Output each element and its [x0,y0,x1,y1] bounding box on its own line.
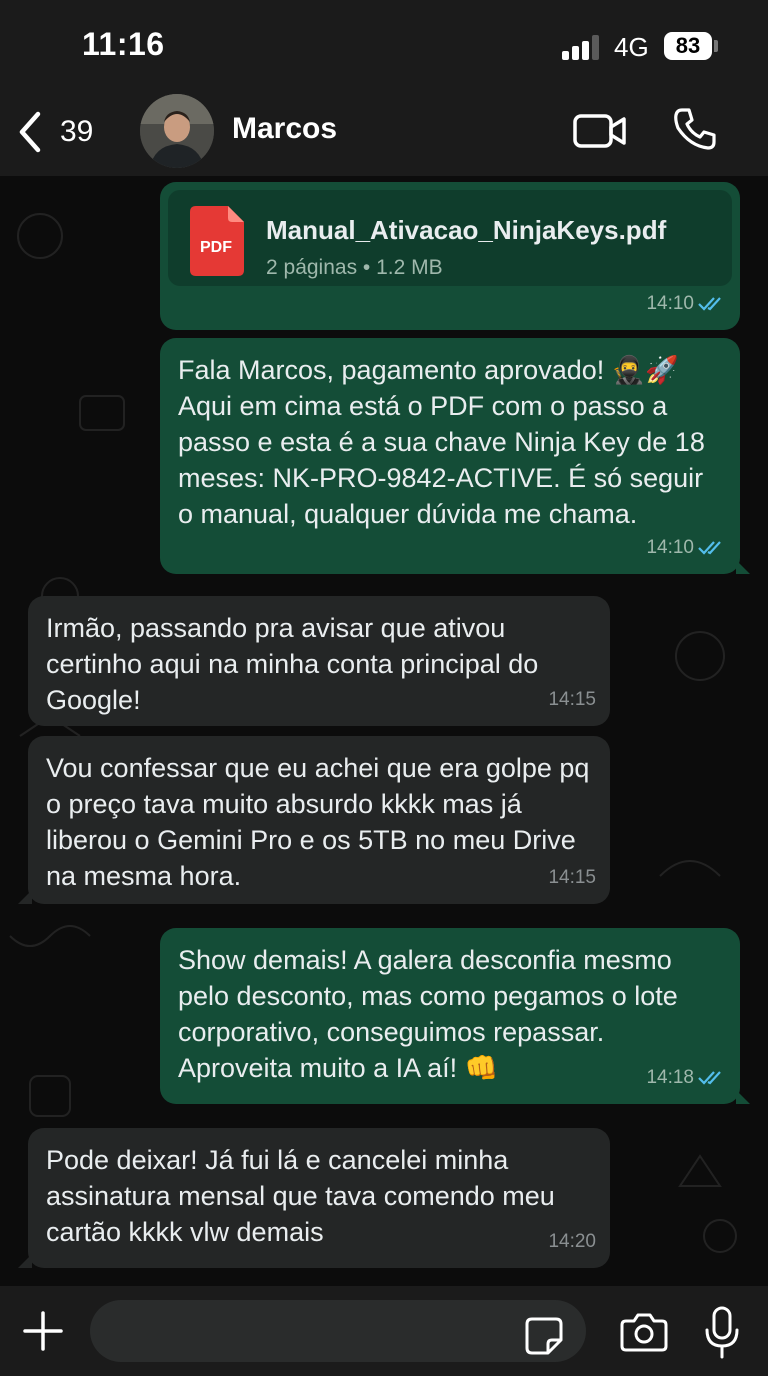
pdf-label: PDF [200,239,232,256]
sticker-icon[interactable] [524,1316,564,1356]
message-text: Vou confessar que eu achei que era golpe… [46,753,590,891]
plus-icon[interactable] [22,1310,64,1352]
battery-tip [714,40,718,52]
avatar[interactable] [140,94,214,168]
message-time: 14:18 [646,1067,694,1088]
message-meta: 14:15 [548,860,596,896]
status-time: 11:16 [82,26,165,62]
message-meta: 14:10 [646,530,726,566]
message-bubble[interactable]: Fala Marcos, pagamento aprovado! 🥷🚀 Aqui… [160,338,750,574]
chat-area[interactable]: PDF Manual_Ativacao_NinjaKeys.pdf 2 pági… [0,176,768,1286]
message-meta: 14:10 [646,286,726,322]
input-bar [0,1286,768,1376]
message-bubble[interactable]: Irmão, passando pra avisar que ativou ce… [28,596,610,726]
double-check-icon [698,297,721,311]
message-time: 14:10 [646,537,694,558]
message-text: Fala Marcos, pagamento aprovado! 🥷🚀 Aqui… [178,355,705,529]
video-call-icon[interactable] [572,110,628,152]
back-button[interactable]: 39 [16,108,93,156]
signal-icon [562,34,602,60]
message-text: Pode deixar! Já fui lá e cancelei minha … [46,1145,555,1247]
contact-name[interactable]: Marcos [232,112,337,146]
message-bubble[interactable]: Show demais! A galera desconfia mesmo pe… [160,928,750,1104]
message-time: 14:15 [548,689,596,710]
double-check-icon [698,1071,721,1085]
camera-icon[interactable] [620,1312,668,1352]
chat-header: 39 Marcos [0,92,768,176]
message-time: 14:15 [548,867,596,888]
message-text: Show demais! A galera desconfia mesmo pe… [178,945,678,1083]
message-text: Irmão, passando pra avisar que ativou ce… [46,613,539,715]
unread-count: 39 [60,115,94,148]
message-meta: 14:15 [548,682,596,718]
message-file[interactable]: PDF Manual_Ativacao_NinjaKeys.pdf 2 pági… [160,182,740,330]
message-input[interactable] [90,1300,586,1362]
message-time: 14:20 [548,1231,596,1252]
battery-icon: 83 [664,32,712,60]
network-type: 4G [614,32,649,62]
double-check-icon [698,541,721,555]
microphone-icon[interactable] [702,1306,742,1360]
message-time: 14:10 [646,293,694,314]
message-meta: 14:20 [548,1224,596,1260]
file-name: Manual_Ativacao_NinjaKeys.pdf [266,215,667,245]
phone-icon[interactable] [672,106,718,152]
pdf-icon: PDF [190,206,244,276]
file-attachment[interactable]: PDF Manual_Ativacao_NinjaKeys.pdf 2 pági… [168,190,732,286]
status-bar: 11:16 4G 83 [0,0,768,92]
message-meta: 14:18 [646,1060,726,1096]
chevron-left-icon [19,111,41,153]
message-bubble[interactable]: Vou confessar que eu achei que era golpe… [18,736,610,904]
file-meta: 2 páginas • 1.2 MB [266,256,443,279]
message-bubble[interactable]: Pode deixar! Já fui lá e cancelei minha … [18,1128,610,1268]
